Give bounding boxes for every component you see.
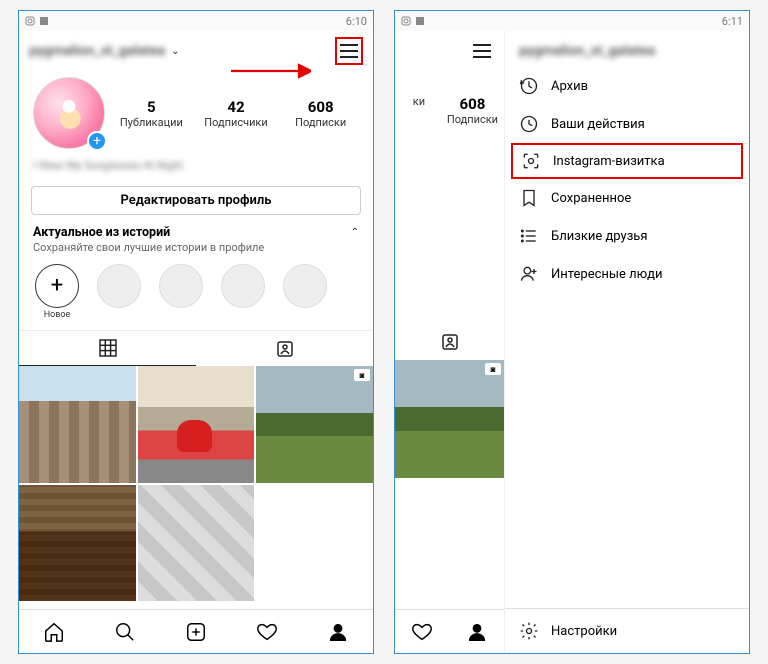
side-menu: pygmalion_st_galatea Архив Ваши действия… xyxy=(505,31,749,653)
clock: 6:10 xyxy=(346,15,367,28)
photo-thumbnail[interactable] xyxy=(19,485,136,602)
menu-item-close-friends[interactable]: Близкие друзья xyxy=(505,217,749,255)
stat-following[interactable]: 608 Подписки xyxy=(282,98,359,129)
menu-item-activity[interactable]: Ваши действия xyxy=(505,105,749,143)
menu-label: Архив xyxy=(551,79,588,94)
multi-photo-icon: ◙ xyxy=(485,363,501,375)
user-icon xyxy=(327,621,349,643)
photo-thumbnail[interactable]: ◙ xyxy=(256,366,373,483)
bio-text: I Wear My Sunglasses At Night xyxy=(19,159,373,182)
content-tabs xyxy=(19,330,373,366)
add-story-badge[interactable]: + xyxy=(87,131,107,151)
stat-posts[interactable]: 5 Публикации xyxy=(113,98,190,129)
menu-button[interactable] xyxy=(335,37,363,65)
nav-profile[interactable] xyxy=(302,610,373,653)
annotation-arrow xyxy=(231,61,311,81)
bookmark-icon xyxy=(519,188,539,208)
status-bar: 6:11 xyxy=(395,11,749,31)
multi-photo-icon: ◙ xyxy=(354,369,370,381)
heart-icon xyxy=(411,621,433,643)
plus-square-icon xyxy=(185,621,207,643)
photo-thumbnail[interactable] xyxy=(19,366,136,483)
tab-grid[interactable] xyxy=(19,331,196,366)
nav-activity[interactable] xyxy=(231,610,302,653)
new-highlight-button[interactable]: + Новое xyxy=(33,264,81,320)
photo-grid: ◙ xyxy=(19,366,373,601)
chevron-down-icon[interactable]: ⌄ xyxy=(171,46,179,57)
phone-right-menu: 6:11 ки 608 Подписки xyxy=(394,10,750,654)
menu-item-archive[interactable]: Архив xyxy=(505,67,749,105)
menu-label: Интересные люди xyxy=(551,267,662,282)
avatar[interactable]: + xyxy=(33,77,105,149)
instagram-icon xyxy=(25,16,35,26)
phone-left-profile: 6:10 pygmalion_st_galatea ⌄ + 5 Публикац… xyxy=(18,10,374,654)
nav-search[interactable] xyxy=(90,610,161,653)
nav-create[interactable] xyxy=(161,610,232,653)
tab-tagged[interactable] xyxy=(196,331,373,366)
user-icon xyxy=(466,621,488,643)
chevron-up-icon: ⌃ xyxy=(351,227,359,238)
menu-label: Instagram-визитка xyxy=(553,154,665,169)
instagram-icon xyxy=(401,16,411,26)
menu-item-saved[interactable]: Сохраненное xyxy=(505,179,749,217)
settings-label: Настройки xyxy=(551,624,617,639)
stat-following: 608 Подписки xyxy=(447,95,498,126)
nav-home[interactable] xyxy=(19,610,90,653)
activity-icon xyxy=(519,114,539,134)
menu-label: Сохраненное xyxy=(551,191,631,206)
heart-icon xyxy=(256,621,278,643)
plus-icon: + xyxy=(35,264,79,308)
tagged-icon xyxy=(276,340,294,358)
profile-background-slice[interactable]: ки 608 Подписки ◙ xyxy=(395,31,505,653)
photo-empty xyxy=(256,485,373,602)
status-bar: 6:10 xyxy=(19,11,373,31)
menu-button[interactable] xyxy=(468,37,496,65)
bottom-nav xyxy=(19,609,373,653)
list-icon xyxy=(519,226,539,246)
clock-icon xyxy=(519,76,539,96)
profile-stats-row: + 5 Публикации 42 Подписчики 608 Подписк… xyxy=(19,71,373,159)
highlight-placeholder xyxy=(281,264,329,320)
home-icon xyxy=(43,621,65,643)
edit-profile-button[interactable]: Редактировать профиль xyxy=(31,186,361,215)
app-icon xyxy=(39,16,49,26)
highlights-header[interactable]: Актуальное из историй ⌃ xyxy=(19,225,373,240)
menu-item-nametag[interactable]: Instagram-визитка xyxy=(511,143,743,179)
menu-item-discover-people[interactable]: Интересные люди xyxy=(505,255,749,293)
menu-label: Ваши действия xyxy=(551,117,645,132)
menu-label: Близкие друзья xyxy=(551,229,647,244)
app-icon xyxy=(415,16,425,26)
grid-icon xyxy=(99,339,117,357)
menu-username: pygmalion_st_galatea xyxy=(505,35,749,67)
user-plus-icon xyxy=(519,264,539,284)
nav-profile[interactable] xyxy=(450,610,505,653)
gear-icon xyxy=(519,621,539,641)
nametag-icon xyxy=(521,151,541,171)
stat-cut: ки xyxy=(401,95,437,126)
photo-thumbnail[interactable] xyxy=(138,366,255,483)
search-icon xyxy=(114,621,136,643)
tagged-icon xyxy=(441,333,459,351)
photo-thumbnail: ◙ xyxy=(395,360,504,478)
profile-header: pygmalion_st_galatea ⌄ xyxy=(19,31,373,71)
highlights-row: + Новое xyxy=(19,262,373,330)
highlight-placeholder xyxy=(219,264,267,320)
nav-activity[interactable] xyxy=(395,610,450,653)
photo-thumbnail[interactable] xyxy=(138,485,255,602)
highlights-subtitle: Сохраняйте свои лучшие истории в профиле xyxy=(19,240,373,262)
stat-followers[interactable]: 42 Подписчики xyxy=(198,98,275,129)
clock: 6:11 xyxy=(722,15,743,28)
highlight-placeholder xyxy=(95,264,143,320)
highlight-placeholder xyxy=(157,264,205,320)
menu-settings[interactable]: Настройки xyxy=(505,608,749,653)
username[interactable]: pygmalion_st_galatea xyxy=(29,43,165,59)
tab-tagged xyxy=(395,324,504,360)
